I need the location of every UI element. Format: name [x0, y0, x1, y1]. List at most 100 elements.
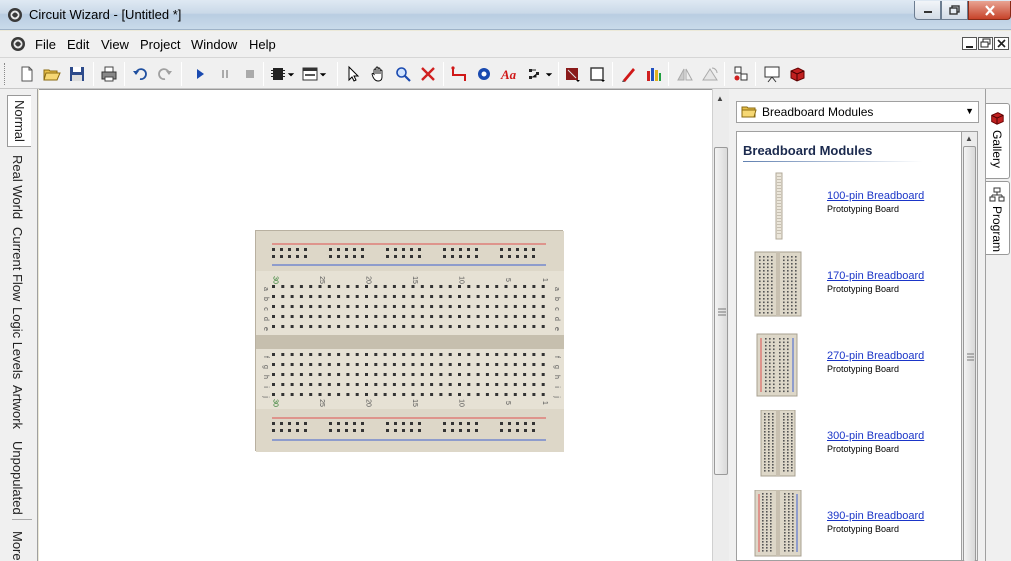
pan-tool-button[interactable]	[368, 64, 388, 84]
menu-file[interactable]: File	[35, 37, 56, 52]
rail-hole	[386, 429, 389, 432]
menu-project[interactable]: Project	[140, 37, 180, 52]
board-hole	[770, 496, 772, 498]
terminal-hole	[383, 315, 387, 318]
scroll-up-icon[interactable]: ▲	[716, 94, 724, 103]
terminal-hole	[458, 315, 461, 318]
tab-unpopulated[interactable]: Unpopulated	[10, 441, 25, 515]
terminal-hole	[439, 285, 443, 288]
gallery-item-link[interactable]: 390-pin Breadboard	[827, 510, 924, 522]
terminal-hole	[448, 373, 452, 376]
gallery-item[interactable]: 300-pin Breadboard Prototyping Board	[737, 410, 967, 486]
tab-program[interactable]: Program	[986, 181, 1010, 255]
toolbar-separator	[443, 62, 444, 86]
probe-pen-button[interactable]	[619, 64, 639, 84]
junction-tool-button[interactable]	[474, 64, 494, 84]
probe-dropdown-button[interactable]	[526, 64, 546, 84]
menu-view[interactable]: View	[101, 37, 129, 52]
board-hole	[766, 532, 768, 534]
bottom-terminal-strip	[256, 349, 564, 411]
tab-artwork[interactable]: Artwork	[10, 385, 25, 429]
pause-button[interactable]	[215, 64, 235, 84]
board-hole	[772, 428, 774, 430]
maximize-button[interactable]	[941, 1, 968, 20]
tab-gallery[interactable]: Gallery	[986, 103, 1010, 179]
graph-button[interactable]	[644, 64, 664, 84]
pcb-layout-button[interactable]	[563, 64, 583, 84]
probe-dropdown-arrow[interactable]	[544, 64, 554, 84]
component-dropdown-arrow[interactable]	[286, 64, 296, 84]
flowchart-icon	[989, 187, 1005, 202]
mdi-restore-button[interactable]	[978, 37, 993, 50]
board-outline-button[interactable]	[588, 64, 608, 84]
toolbar-gripper[interactable]	[4, 63, 7, 85]
undo-button[interactable]	[130, 64, 150, 84]
zoom-tool-button[interactable]	[393, 64, 413, 84]
run-button[interactable]	[190, 64, 210, 84]
menu-edit[interactable]: Edit	[67, 37, 89, 52]
row-label: g	[262, 365, 269, 369]
terminal-hole	[383, 285, 387, 288]
scrollbar-thumb[interactable]	[714, 147, 728, 475]
gallery-item-link[interactable]: 300-pin Breadboard	[827, 430, 924, 442]
chevron-down-icon[interactable]: ▼	[965, 106, 974, 116]
delete-button[interactable]	[418, 64, 438, 84]
scroll-up-icon[interactable]: ▲	[965, 134, 973, 143]
board-hole	[763, 266, 765, 269]
terminal-hole	[532, 393, 536, 396]
document-app-icon[interactable]	[10, 36, 26, 52]
gallery-item[interactable]: 270-pin Breadboard Prototyping Board	[737, 330, 967, 406]
gallery-item[interactable]: 100-pin Breadboard Prototyping Board	[737, 170, 967, 246]
board-hole	[766, 514, 768, 516]
tab-current-flow[interactable]: Current Flow	[10, 227, 25, 301]
column-label: 25	[318, 276, 325, 284]
breadboard-component[interactable]: a a b b c c d d e e f f g g h h i i j j 30 30 25 25 20 20 15 15 10 10…	[255, 230, 564, 452]
scrollbar-thumb[interactable]	[963, 146, 976, 561]
board-hole	[783, 431, 785, 433]
presentation-button[interactable]	[762, 64, 782, 84]
board-hole	[791, 301, 793, 304]
gallery-toggle-button[interactable]	[787, 64, 807, 84]
gallery-category-select[interactable]: Breadboard Modules ▼	[736, 101, 979, 123]
terminal-hole	[281, 373, 285, 376]
mdi-minimize-button[interactable]	[962, 37, 977, 50]
close-button[interactable]	[968, 1, 1011, 20]
layout-dropdown-arrow[interactable]	[318, 64, 328, 84]
menu-window[interactable]: Window	[191, 37, 237, 52]
gallery-item-link[interactable]: 170-pin Breadboard	[827, 270, 924, 282]
gallery-item[interactable]: 390-pin Breadboard Prototyping Board	[737, 490, 967, 560]
parts-list-button[interactable]	[731, 64, 751, 84]
open-button[interactable]	[42, 64, 62, 84]
rotate-button[interactable]	[700, 64, 720, 84]
stop-button[interactable]	[240, 64, 260, 84]
flip-button[interactable]	[675, 64, 695, 84]
redo-button[interactable]	[155, 64, 175, 84]
board-hole	[787, 452, 789, 454]
board-hole	[791, 305, 793, 307]
new-button[interactable]	[17, 64, 37, 84]
save-button[interactable]	[67, 64, 87, 84]
gallery-item-link[interactable]: 270-pin Breadboard	[827, 350, 924, 362]
tab-normal[interactable]: Normal	[7, 95, 31, 147]
layout-dropdown-button[interactable]	[300, 64, 320, 84]
board-hole	[765, 369, 767, 372]
board-hole	[768, 434, 770, 436]
wire-tool-button[interactable]	[449, 64, 469, 84]
component-dropdown-button[interactable]	[268, 64, 288, 84]
tab-real-world[interactable]: Real World	[10, 155, 25, 219]
minimize-button[interactable]	[914, 1, 941, 20]
gallery-item[interactable]: 170-pin Breadboard Prototyping Board	[737, 250, 967, 326]
canvas-vertical-scrollbar[interactable]: ▲	[712, 89, 729, 561]
text-tool-button[interactable]: Aa	[499, 64, 519, 84]
select-tool-button[interactable]	[343, 64, 363, 84]
gallery-vertical-scrollbar[interactable]: ▲	[961, 131, 978, 561]
board-hole	[771, 312, 773, 314]
gallery-item-link[interactable]: 100-pin Breadboard	[827, 190, 924, 202]
board-hole	[792, 520, 794, 522]
menu-help[interactable]: Help	[249, 37, 276, 52]
tab-logic-levels[interactable]: Logic Levels	[10, 307, 25, 379]
print-button[interactable]	[99, 64, 119, 84]
mdi-close-button[interactable]	[994, 37, 1009, 50]
terminal-hole	[420, 393, 424, 396]
tab-more[interactable]: More	[10, 531, 25, 561]
